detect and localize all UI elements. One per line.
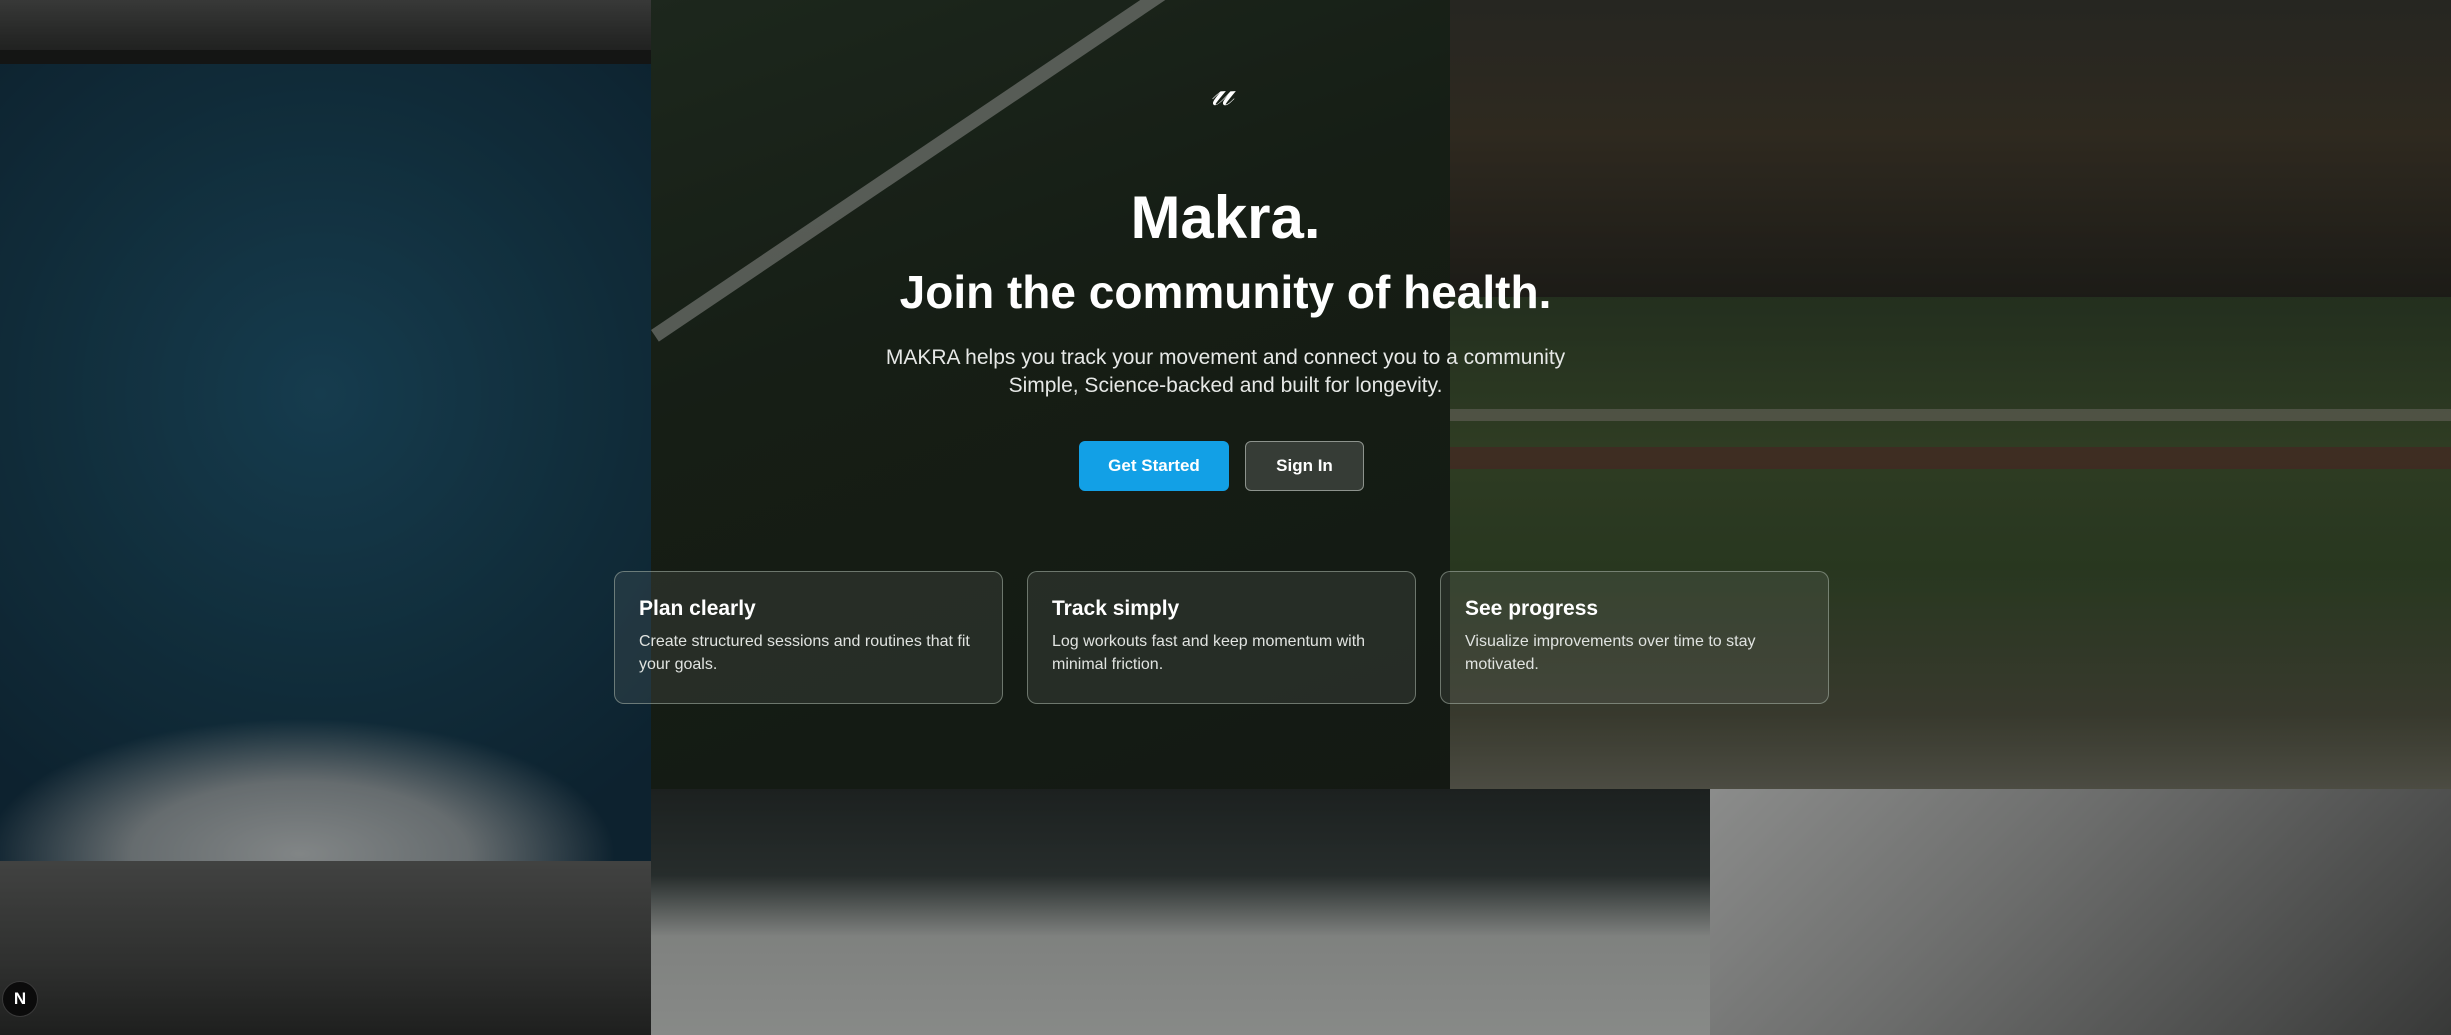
page-title: Makra. — [1130, 184, 1321, 251]
feature-card-progress: See progress Visualize improvements over… — [1440, 571, 1829, 704]
feature-card-title: Plan clearly — [639, 597, 756, 620]
feature-card-title: See progress — [1465, 597, 1599, 620]
feature-card-text: Log workouts fast and keep momentum with… — [1052, 633, 1366, 673]
feature-card-text: Visualize improvements over time to stay… — [1465, 633, 1756, 673]
hero-description-line-2: Simple, Science-backed and built for lon… — [1008, 374, 1443, 397]
hero-description: MAKRA helps you track your movement and … — [0, 344, 2451, 400]
sign-in-button[interactable]: Sign In — [1245, 441, 1364, 491]
feature-card-plan: Plan clearly Create structured sessions … — [614, 571, 1003, 704]
feature-card-text: Create structured sessions and routines … — [639, 633, 970, 673]
page-subtitle: Join the community of health. — [899, 266, 1552, 318]
get-started-button[interactable]: Get Started — [1079, 441, 1229, 491]
landing-page: 𝓊 Makra. Join the community of health. M… — [0, 0, 2451, 1035]
feature-card-title: Track simply — [1052, 597, 1180, 620]
hero-description-line-1: MAKRA helps you track your movement and … — [885, 346, 1566, 369]
background-overlay — [0, 0, 2451, 1035]
dev-tools-badge-icon[interactable]: N — [2, 981, 38, 1017]
feature-card-track: Track simply Log workouts fast and keep … — [1027, 571, 1416, 704]
makra-logo-icon: 𝓊 — [1210, 69, 1234, 115]
